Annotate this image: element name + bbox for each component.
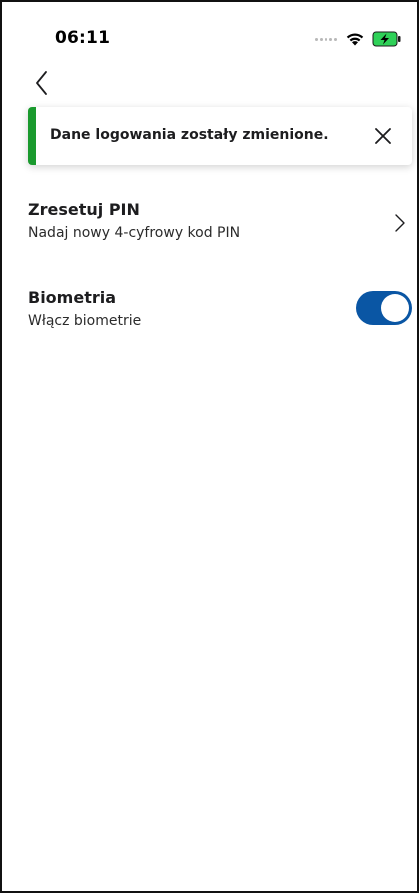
status-bar: 06:11 xyxy=(2,24,417,52)
battery-charging-icon xyxy=(372,31,401,47)
success-toast: Dane logowania zostały zmienione. xyxy=(28,107,412,165)
close-icon[interactable] xyxy=(373,126,393,146)
biometrics-row: Biometria Włącz biometrie xyxy=(28,288,412,344)
signal-dots-icon xyxy=(315,38,337,42)
reset-pin-subtitle: Nadaj nowy 4-cyfrowy kod PIN xyxy=(28,225,241,241)
toast-message: Dane logowania zostały zmienione. xyxy=(50,127,329,143)
wifi-icon xyxy=(346,33,364,46)
toast-accent-bar xyxy=(28,107,36,165)
back-button[interactable] xyxy=(30,68,58,98)
biometrics-toggle[interactable] xyxy=(356,291,412,325)
biometrics-subtitle: Włącz biometrie xyxy=(28,313,142,329)
reset-pin-row[interactable]: Zresetuj PIN Nadaj nowy 4-cyfrowy kod PI… xyxy=(28,200,407,256)
biometrics-title: Biometria xyxy=(28,288,117,307)
reset-pin-title: Zresetuj PIN xyxy=(28,200,140,219)
chevron-right-icon xyxy=(395,214,405,232)
app-screen: 06:11 Dane logowania zostały zmienione. … xyxy=(0,0,419,893)
toggle-knob xyxy=(381,294,409,322)
status-time: 06:11 xyxy=(55,28,111,48)
